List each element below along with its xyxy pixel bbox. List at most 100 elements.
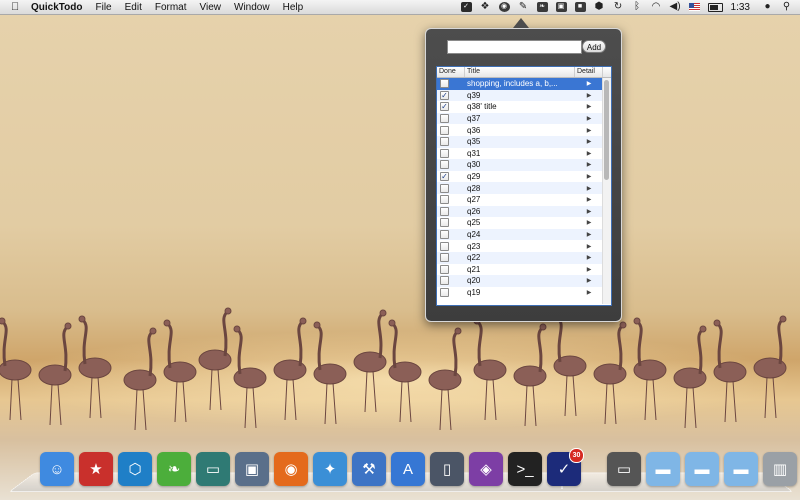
firefox-icon[interactable]: ◉ <box>274 452 308 486</box>
unchecked-checkbox[interactable] <box>440 160 449 170</box>
detail-disclosure-icon[interactable]: ▶ <box>575 103 603 110</box>
unchecked-checkbox[interactable] <box>440 137 449 147</box>
user-icon[interactable]: ● <box>762 2 773 12</box>
table-row[interactable]: q25 ▶ <box>437 217 611 229</box>
detail-disclosure-icon[interactable]: ▶ <box>575 92 603 99</box>
column-header-done[interactable]: Done <box>437 67 465 77</box>
table-row[interactable]: ✓ q29 ▶ <box>437 171 611 183</box>
downloads-folder-icon[interactable]: ▬ <box>724 452 758 486</box>
table-row[interactable]: ✓ q38' title ▶ <box>437 101 611 113</box>
add-button[interactable]: Add <box>582 40 606 53</box>
spotlight-icon[interactable]: ⚲ <box>781 2 792 12</box>
table-row[interactable]: q31 ▶ <box>437 148 611 160</box>
table-row[interactable]: ✓ q39 ▶ <box>437 89 611 102</box>
package-icon[interactable]: ■ <box>574 2 586 12</box>
table-row[interactable]: q23 ▶ <box>437 240 611 252</box>
ios-simulator-icon[interactable]: ▯ <box>430 452 464 486</box>
wifi-icon[interactable]: ◠ <box>651 2 662 12</box>
detail-disclosure-icon[interactable]: ▶ <box>575 266 603 273</box>
column-header-detail[interactable]: Detail <box>575 67 603 77</box>
battery-icon[interactable] <box>707 2 723 12</box>
unchecked-checkbox[interactable] <box>440 206 449 216</box>
menu-clock[interactable]: 1:33 <box>731 2 750 13</box>
sync-icon[interactable]: ▣ <box>555 2 567 12</box>
unchecked-checkbox[interactable] <box>440 253 449 263</box>
checked-checkbox[interactable]: ✓ <box>440 90 449 100</box>
table-row[interactable]: q35 ▶ <box>437 135 611 148</box>
table-row[interactable]: q19 ▶ <box>437 287 611 299</box>
apple-menu-icon[interactable]:  <box>11 1 22 13</box>
documents-folder-icon[interactable]: ▬ <box>685 452 719 486</box>
table-row[interactable]: q20 ▶ <box>437 275 611 287</box>
detail-disclosure-icon[interactable]: ▶ <box>575 219 603 226</box>
table-row[interactable]: q37 ▶ <box>437 112 611 125</box>
xcode-icon[interactable]: ⚒ <box>352 452 386 486</box>
table-scrollbar[interactable] <box>602 78 611 304</box>
new-todo-input[interactable] <box>447 40 582 54</box>
view-menu[interactable]: View <box>200 2 222 13</box>
finder-icon[interactable]: ☺ <box>40 452 74 486</box>
folder-icon[interactable]: ▬ <box>646 452 680 486</box>
terminal-icon[interactable]: >_ <box>508 452 542 486</box>
app-store-icon[interactable]: A <box>391 452 425 486</box>
unchecked-checkbox[interactable] <box>440 79 449 89</box>
unchecked-checkbox[interactable] <box>440 264 449 274</box>
dropbox-icon[interactable]: ❖ <box>480 2 491 12</box>
window-menu[interactable]: Window <box>234 2 270 13</box>
table-row[interactable]: shopping, includes a, b,... ▶ <box>437 78 611 90</box>
browser-icon[interactable]: ◉ <box>498 2 510 12</box>
evernote-icon[interactable]: ❧ <box>536 2 548 12</box>
todo-checkbox-icon[interactable]: ✓ <box>460 2 472 12</box>
box-icon[interactable]: ⬢ <box>594 2 605 12</box>
table-row[interactable]: q36 ▶ <box>437 124 611 136</box>
instruments-icon[interactable]: ◈ <box>469 452 503 486</box>
unchecked-checkbox[interactable] <box>440 148 449 158</box>
app-menu[interactable]: QuickTodo <box>31 2 82 13</box>
refresh-icon[interactable]: ↻ <box>613 2 624 12</box>
detail-disclosure-icon[interactable]: ▶ <box>575 173 603 180</box>
unchecked-checkbox[interactable] <box>440 287 449 297</box>
detail-disclosure-icon[interactable]: ▶ <box>575 254 603 261</box>
table-row[interactable]: q27 ▶ <box>437 194 611 206</box>
detail-disclosure-icon[interactable]: ▶ <box>575 231 603 238</box>
unchecked-checkbox[interactable] <box>440 183 449 193</box>
scrollbar-thumb[interactable] <box>604 80 609 180</box>
detail-disclosure-icon[interactable]: ▶ <box>575 161 603 168</box>
wunderlist-icon[interactable]: ★ <box>79 452 113 486</box>
unchecked-checkbox[interactable] <box>440 276 449 286</box>
unchecked-checkbox[interactable] <box>440 241 449 251</box>
detail-disclosure-icon[interactable]: ▶ <box>575 115 603 122</box>
table-row[interactable]: q21 ▶ <box>437 264 611 276</box>
detail-disclosure-icon[interactable]: ▶ <box>575 208 603 215</box>
table-row[interactable]: q28 ▶ <box>437 182 611 194</box>
flow-icon[interactable]: ✎ <box>518 2 529 12</box>
screen-app-icon[interactable]: ▭ <box>607 452 641 486</box>
checked-checkbox[interactable]: ✓ <box>440 172 449 182</box>
photo-preview-icon[interactable]: ▣ <box>235 452 269 486</box>
column-header-title[interactable]: Title <box>465 67 575 77</box>
unchecked-checkbox[interactable] <box>440 125 449 135</box>
file-menu[interactable]: File <box>95 2 111 13</box>
unchecked-checkbox[interactable] <box>440 114 449 124</box>
detail-disclosure-icon[interactable]: ▶ <box>575 150 603 157</box>
safari-icon[interactable]: ✦ <box>313 452 347 486</box>
detail-disclosure-icon[interactable]: ▶ <box>575 80 603 87</box>
table-row[interactable]: q22 ▶ <box>437 251 611 264</box>
detail-disclosure-icon[interactable]: ▶ <box>575 196 603 203</box>
table-row[interactable]: q24 ▶ <box>437 228 611 241</box>
detail-disclosure-icon[interactable]: ▶ <box>575 138 603 145</box>
help-menu[interactable]: Help <box>283 2 304 13</box>
quicktodo-icon[interactable]: ✓ 30 <box>547 448 584 486</box>
evernote-icon[interactable]: ❧ <box>157 452 191 486</box>
detail-disclosure-icon[interactable]: ▶ <box>575 277 603 284</box>
detail-disclosure-icon[interactable]: ▶ <box>575 127 603 134</box>
detail-disclosure-icon[interactable]: ▶ <box>575 243 603 250</box>
detail-disclosure-icon[interactable]: ▶ <box>575 185 603 192</box>
bluetooth-icon[interactable]: ᛒ <box>632 2 643 12</box>
detail-disclosure-icon[interactable]: ▶ <box>575 289 603 296</box>
site-folder-icon[interactable]: ▭ <box>196 452 230 486</box>
trash-icon[interactable]: ▥ <box>763 452 797 486</box>
unchecked-checkbox[interactable] <box>440 195 449 205</box>
format-menu[interactable]: Format <box>155 2 187 13</box>
table-row[interactable]: q26 ▶ <box>437 205 611 218</box>
